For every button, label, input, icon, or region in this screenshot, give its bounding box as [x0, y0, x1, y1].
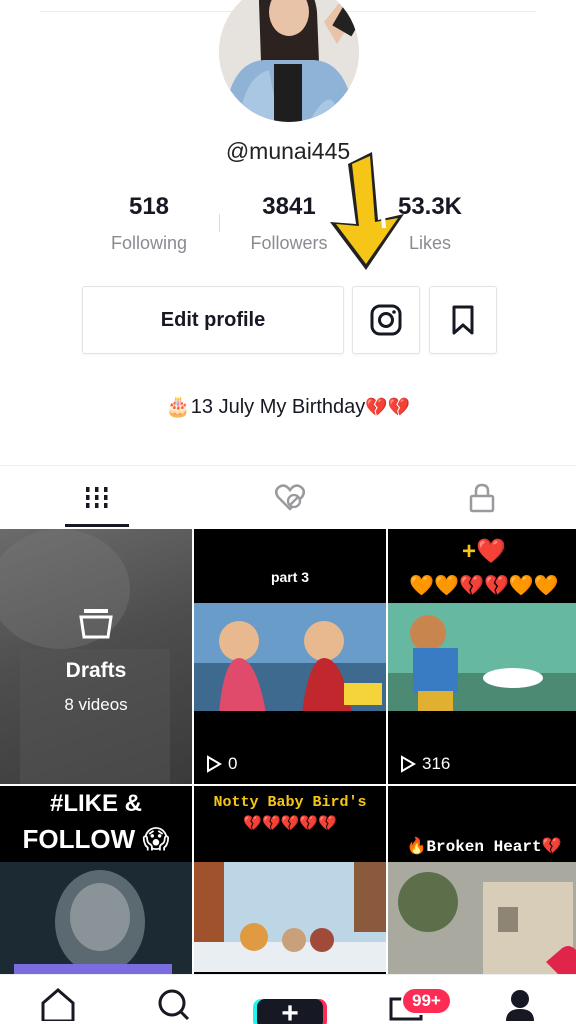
view-count-text: 0	[228, 754, 238, 773]
bio-text: 13 July My Birthday	[190, 396, 366, 418]
tabs-divider	[0, 465, 576, 466]
bio: 🎂13 July My Birthday💔💔	[0, 394, 576, 419]
video-tile[interactable]: #LIKE & FOLLOW 😱	[0, 786, 192, 974]
play-icon	[401, 755, 416, 773]
liked-hidden-icon	[275, 484, 305, 511]
create-button[interactable]: +	[257, 999, 323, 1024]
tab-liked[interactable]	[258, 476, 322, 520]
video-tile[interactable]: Notty Baby Bird's 💔💔💔💔💔	[194, 786, 386, 974]
instagram-icon	[370, 304, 402, 336]
video-tile[interactable]: 🔥Broken Heart💔	[388, 786, 576, 974]
video-caption: 🔥Broken Heart💔	[406, 838, 562, 856]
video-caption: Notty Baby Bird's	[213, 794, 367, 811]
video-thumbnail	[194, 603, 386, 711]
search-icon	[158, 989, 190, 1021]
bookmark-icon	[452, 305, 474, 335]
drafts-background	[0, 529, 170, 784]
video-tile[interactable]: +❤️ 🧡🧡💔💔🧡🧡 316	[388, 529, 576, 784]
video-thumbnail	[0, 862, 192, 974]
video-hearts: 🧡🧡💔💔🧡🧡	[409, 575, 559, 597]
yellow-arrow-icon	[330, 144, 404, 270]
cake-emoji: 🎂	[165, 396, 191, 418]
view-count-text: 316	[422, 754, 451, 773]
home-icon	[41, 988, 75, 1021]
drafts-count: 8 videos	[64, 695, 128, 714]
plus-icon: +	[281, 997, 299, 1024]
video-tile[interactable]: part 3 0	[194, 529, 386, 784]
video-caption: +❤️	[462, 538, 506, 565]
drafts-icon	[0, 607, 192, 644]
lock-icon	[469, 483, 495, 513]
video-thumbnail	[388, 862, 576, 974]
video-grid: Drafts 8 videos part 3 0 +❤️ 🧡🧡💔💔🧡🧡 316 …	[0, 529, 576, 974]
video-caption: #LIKE &	[49, 790, 142, 817]
nav-home[interactable]	[34, 985, 82, 1024]
video-caption: part 3	[270, 569, 310, 585]
profile-icon	[506, 990, 534, 1021]
video-thumbnail	[194, 862, 386, 972]
tab-private[interactable]	[450, 476, 514, 520]
following-label: Following	[110, 233, 188, 253]
nav-discover[interactable]	[150, 985, 198, 1024]
video-hearts: 💔💔💔💔💔	[243, 815, 337, 832]
video-caption-line2: FOLLOW 😱	[22, 824, 170, 854]
video-thumbnail	[388, 603, 576, 711]
play-icon	[207, 755, 222, 773]
favorites-button[interactable]	[429, 286, 497, 354]
drafts-tile[interactable]: Drafts 8 videos	[0, 529, 192, 784]
view-count: 316	[400, 754, 450, 774]
profile-avatar[interactable]	[219, 0, 359, 122]
instagram-button[interactable]	[352, 286, 420, 354]
tab-videos[interactable]	[65, 476, 129, 520]
active-tab-indicator	[65, 524, 129, 527]
following-count: 518	[128, 193, 170, 220]
videos-grid-icon	[86, 487, 108, 508]
nav-profile[interactable]	[496, 985, 544, 1024]
edit-profile-button[interactable]: Edit profile	[82, 286, 344, 354]
following-stat[interactable]: 518 Following	[74, 193, 224, 254]
broken-heart-emoji: 💔💔	[365, 397, 411, 417]
inbox-badge: 99+	[401, 987, 452, 1015]
drafts-title: Drafts	[65, 659, 127, 682]
bottom-nav: + 99+	[0, 974, 576, 1024]
view-count: 0	[206, 754, 237, 774]
username: @munai445	[225, 138, 351, 164]
